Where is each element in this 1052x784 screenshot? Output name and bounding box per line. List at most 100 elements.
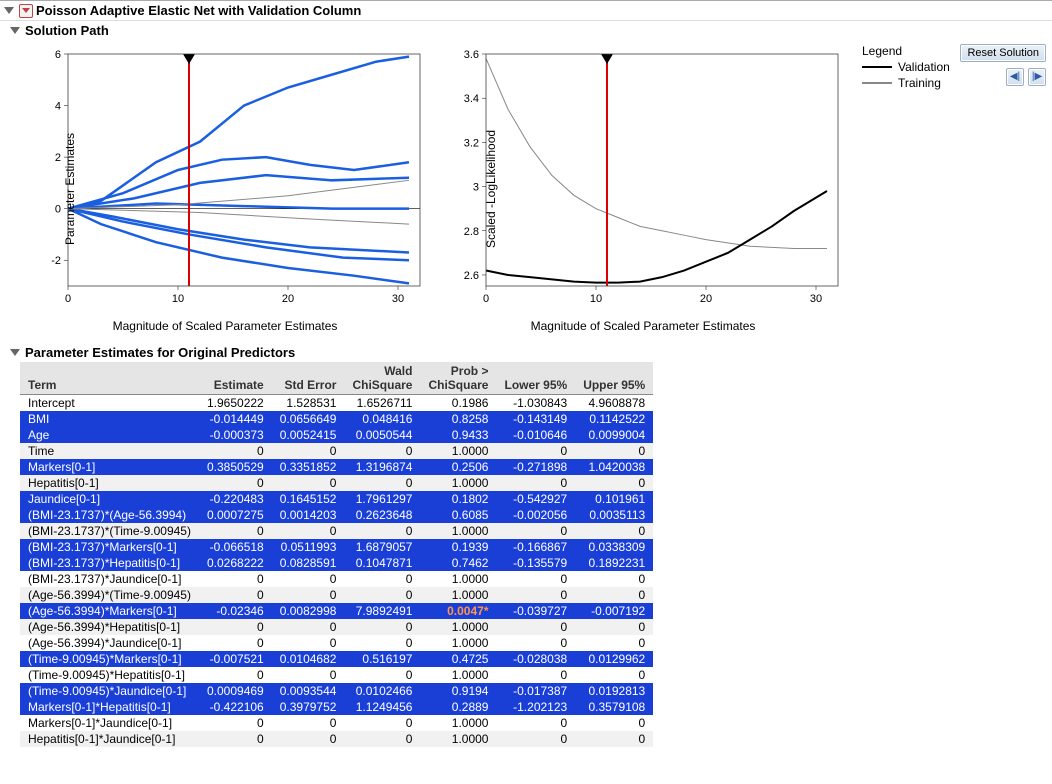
table-cell: (BMI-23.1737)*(Time-9.00945) <box>20 523 199 539</box>
table-cell: 0.0035113 <box>575 507 653 523</box>
legend-title: Legend <box>862 44 950 58</box>
table-header[interactable]: Prob >ChiSquare <box>420 362 496 395</box>
reset-solution-button[interactable]: Reset Solution <box>960 44 1046 62</box>
svg-text:0: 0 <box>65 293 71 305</box>
table-row[interactable]: (Age-56.3994)*Jaundice[0-1]0001.000000 <box>20 635 653 651</box>
table-cell: 0.7462 <box>420 555 496 571</box>
param-estimates-header: Parameter Estimates for Original Predict… <box>0 343 1052 362</box>
table-row[interactable]: Hepatitis[0-1]0001.000000 <box>20 475 653 491</box>
table-row[interactable]: (Age-56.3994)*Hepatitis[0-1]0001.000000 <box>20 619 653 635</box>
table-cell: 0 <box>272 443 345 459</box>
table-cell: 0 <box>496 443 575 459</box>
table-cell: 1.1249456 <box>344 699 420 715</box>
table-cell: 0.3850529 <box>199 459 272 475</box>
table-cell: -0.135579 <box>496 555 575 571</box>
table-row[interactable]: Intercept1.96502221.5285311.65267110.198… <box>20 395 653 412</box>
table-cell: -0.271898 <box>496 459 575 475</box>
table-row[interactable]: (BMI-23.1737)*Jaundice[0-1]0001.000000 <box>20 571 653 587</box>
table-cell: 0 <box>199 667 272 683</box>
table-header[interactable]: WaldChiSquare <box>344 362 420 395</box>
table-cell: 0.9433 <box>420 427 496 443</box>
table-row[interactable]: Age-0.0003730.00524150.00505440.9433-0.0… <box>20 427 653 443</box>
table-cell: 0.0268222 <box>199 555 272 571</box>
table-row[interactable]: (Time-9.00945)*Hepatitis[0-1]0001.000000 <box>20 667 653 683</box>
table-row[interactable]: (Age-56.3994)*Markers[0-1]-0.023460.0082… <box>20 603 653 619</box>
table-row[interactable]: BMI-0.0144490.06566490.0484160.8258-0.14… <box>20 411 653 427</box>
table-row[interactable]: (BMI-23.1737)*(Age-56.3994)0.00072750.00… <box>20 507 653 523</box>
table-row[interactable]: Markers[0-1]*Jaundice[0-1]0001.000000 <box>20 715 653 731</box>
table-cell: 0.0656649 <box>272 411 345 427</box>
table-cell: 0.0093544 <box>272 683 345 699</box>
table-cell: 0.1939 <box>420 539 496 555</box>
table-cell: -0.028038 <box>496 651 575 667</box>
main-header: Poisson Adaptive Elastic Net with Valida… <box>0 0 1052 21</box>
svg-text:2.6: 2.6 <box>464 270 479 282</box>
table-row[interactable]: (BMI-23.1737)*Markers[0-1]-0.0665180.051… <box>20 539 653 555</box>
table-cell: 0.0511993 <box>272 539 345 555</box>
table-row[interactable]: Markers[0-1]0.38505290.33518521.31968740… <box>20 459 653 475</box>
table-row[interactable]: (Time-9.00945)*Markers[0-1]-0.0075210.01… <box>20 651 653 667</box>
table-row[interactable]: Time0001.000000 <box>20 443 653 459</box>
hotspot-icon[interactable] <box>19 4 33 18</box>
table-cell: (BMI-23.1737)*Markers[0-1] <box>20 539 199 555</box>
table-cell: 0 <box>199 523 272 539</box>
table-cell: -0.066518 <box>199 539 272 555</box>
table-cell: 1.3196874 <box>344 459 420 475</box>
table-cell: Markers[0-1] <box>20 459 199 475</box>
table-cell: 1.0000 <box>420 443 496 459</box>
step-forward-button[interactable]: |▶ <box>1028 68 1046 86</box>
table-row[interactable]: (Time-9.00945)*Jaundice[0-1]0.00094690.0… <box>20 683 653 699</box>
solution-path-chart[interactable]: -202460102030 Parameter Estimates Magnit… <box>20 44 430 333</box>
table-cell: 0.0129962 <box>575 651 653 667</box>
table-cell: 4.9608878 <box>575 395 653 412</box>
table-cell: 0.0050544 <box>344 427 420 443</box>
table-header[interactable]: Term <box>20 362 199 395</box>
table-cell: 0 <box>272 475 345 491</box>
table-row[interactable]: (BMI-23.1737)*Hepatitis[0-1]0.02682220.0… <box>20 555 653 571</box>
table-cell: 1.0000 <box>420 587 496 603</box>
svg-text:-2: -2 <box>51 255 61 267</box>
svg-text:2.8: 2.8 <box>464 226 479 238</box>
table-row[interactable]: (BMI-23.1737)*(Time-9.00945)0001.000000 <box>20 523 653 539</box>
param-estimates-title: Parameter Estimates for Original Predict… <box>25 345 295 360</box>
table-cell: 0 <box>199 571 272 587</box>
table-cell: 0 <box>575 731 653 747</box>
loglik-chart[interactable]: 2.62.833.23.43.60102030 Scaled -LogLikel… <box>438 44 848 333</box>
solution-path-title: Solution Path <box>25 23 109 38</box>
table-cell: 1.9650222 <box>199 395 272 412</box>
table-header[interactable]: Estimate <box>199 362 272 395</box>
table-cell: (Age-56.3994)*Jaundice[0-1] <box>20 635 199 651</box>
table-row[interactable]: (Age-56.3994)*(Time-9.00945)0001.000000 <box>20 587 653 603</box>
table-cell: -1.202123 <box>496 699 575 715</box>
table-cell: -0.220483 <box>199 491 272 507</box>
table-cell: Markers[0-1]*Jaundice[0-1] <box>20 715 199 731</box>
legend-item: Validation <box>862 60 950 74</box>
step-back-button[interactable]: ◀| <box>1006 68 1024 86</box>
disclosure-icon[interactable] <box>10 349 20 356</box>
table-cell: Age <box>20 427 199 443</box>
table-row[interactable]: Markers[0-1]*Hepatitis[0-1]-0.4221060.39… <box>20 699 653 715</box>
table-cell: 0 <box>496 571 575 587</box>
table-header[interactable]: Lower 95% <box>496 362 575 395</box>
axis-label-y: Scaled -LogLikelihood <box>484 129 498 247</box>
table-cell: 0 <box>496 619 575 635</box>
table-cell: 0.0007275 <box>199 507 272 523</box>
table-cell: (BMI-23.1737)*Jaundice[0-1] <box>20 571 199 587</box>
table-cell: 0 <box>575 635 653 651</box>
svg-text:3: 3 <box>473 182 479 194</box>
table-cell: 0 <box>344 443 420 459</box>
table-cell: -0.007192 <box>575 603 653 619</box>
svg-text:20: 20 <box>700 293 712 305</box>
table-cell: 0 <box>496 475 575 491</box>
table-cell: -0.010646 <box>496 427 575 443</box>
table-header[interactable]: Upper 95% <box>575 362 653 395</box>
table-cell: 0 <box>575 587 653 603</box>
table-row[interactable]: Hepatitis[0-1]*Jaundice[0-1]0001.000000 <box>20 731 653 747</box>
disclosure-icon[interactable] <box>10 27 20 34</box>
table-cell: Hepatitis[0-1]*Jaundice[0-1] <box>20 731 199 747</box>
table-cell: Intercept <box>20 395 199 412</box>
table-row[interactable]: Jaundice[0-1]-0.2204830.16451521.7961297… <box>20 491 653 507</box>
table-cell: Markers[0-1]*Hepatitis[0-1] <box>20 699 199 715</box>
disclosure-icon[interactable] <box>4 7 14 14</box>
table-header[interactable]: Std Error <box>272 362 345 395</box>
